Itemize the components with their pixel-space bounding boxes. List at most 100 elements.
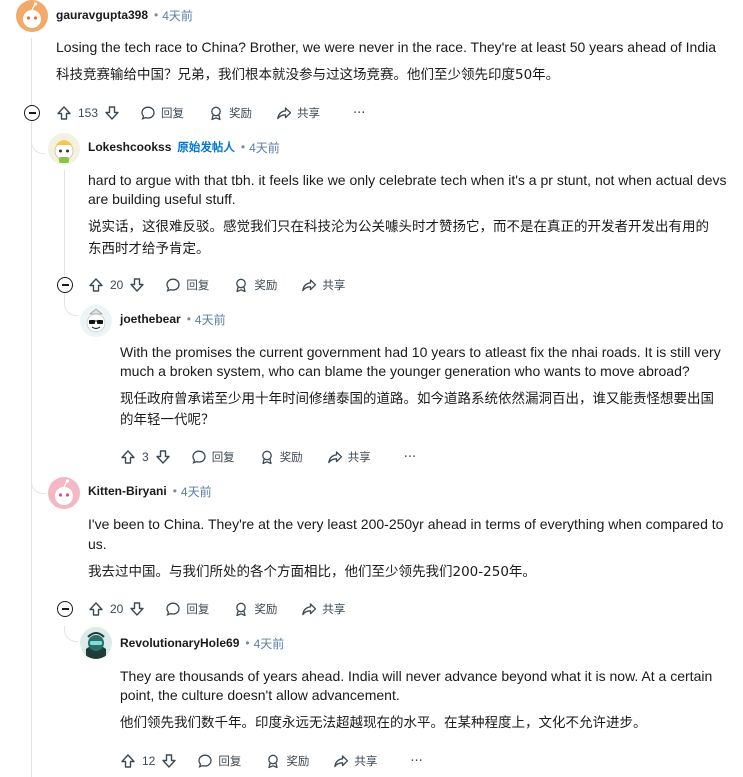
share-arrow-icon — [327, 451, 342, 464]
collapse-minus-icon — [61, 284, 69, 286]
upvote-arrow-icon[interactable] — [88, 277, 104, 293]
comment-text-zh: 他们领先我们数千年。印度永远无法超越现在的水平。在某种程度上，文化不允许进步。 — [120, 715, 647, 731]
award-button[interactable]: 奖励 — [233, 601, 277, 617]
upvote-arrow-icon[interactable] — [120, 449, 136, 465]
downvote-arrow-icon[interactable] — [104, 105, 120, 121]
thread-line-level-1 — [31, 38, 32, 777]
award-ribbon-icon — [236, 278, 247, 293]
award-button[interactable]: 奖励 — [233, 277, 277, 293]
reply-label: 回复 — [211, 450, 235, 464]
separator-dot: • — [245, 636, 250, 650]
reply-label: 回复 — [186, 602, 210, 616]
comment-actions: 153 回复 奖励 共享 ··· — [56, 101, 365, 125]
comment-header: Lokeshcookss 原始发帖人 • 4天前 — [88, 137, 280, 157]
reply-label: 回复 — [218, 754, 242, 768]
award-ribbon-icon — [211, 106, 221, 121]
speech-bubble-icon — [166, 602, 181, 616]
share-button[interactable]: 共享 — [333, 753, 377, 769]
more-icon: ··· — [403, 449, 417, 465]
comment-actions: 20 回复 奖励 共享 — [88, 597, 345, 621]
share-arrow-icon — [302, 279, 317, 292]
username[interactable]: RevolutionaryHole69 — [120, 636, 239, 650]
username[interactable]: Lokeshcookss — [88, 140, 171, 154]
share-button[interactable]: 共享 — [301, 601, 345, 617]
vote-count: 153 — [78, 106, 99, 120]
award-label: 奖励 — [254, 602, 278, 616]
thread-branch — [31, 138, 45, 154]
comment-text-zh-line-2: 东西时才给予肯定。 — [88, 241, 210, 257]
comment-text-en-line-2: us. — [88, 536, 107, 552]
comment-header: gauravgupta398 • 4天前 — [56, 5, 193, 25]
separator-dot: • — [186, 312, 191, 326]
vote-control: 153 — [56, 105, 120, 121]
username[interactable]: Kitten-Biryani — [88, 484, 167, 498]
more-options-button[interactable]: ··· — [405, 754, 422, 769]
upvote-arrow-icon[interactable] — [56, 105, 72, 121]
share-arrow-icon — [302, 603, 317, 616]
avatar[interactable] — [16, 0, 48, 32]
thread-branch — [64, 300, 78, 316]
share-label: 共享 — [322, 278, 346, 292]
timestamp[interactable]: 4天前 — [249, 139, 280, 156]
vote-count: 12 — [142, 754, 156, 768]
upvote-arrow-icon[interactable] — [88, 601, 104, 617]
share-arrow-icon — [277, 107, 292, 120]
collapse-button[interactable] — [57, 277, 73, 293]
downvote-arrow-icon[interactable] — [155, 449, 171, 465]
comment-text-en-line-2: point, the culture doesn't allow advance… — [120, 687, 400, 703]
avatar[interactable] — [48, 133, 80, 165]
award-button[interactable]: 奖励 — [259, 449, 303, 465]
comment-text-zh-line-1: 说实话，这很难反驳。感觉我们只在科技沦为公关噱头时才赞扬它，而不是在真正的开发者… — [88, 219, 709, 235]
downvote-arrow-icon[interactable] — [129, 277, 145, 293]
timestamp[interactable]: 4天前 — [181, 483, 212, 500]
separator-dot: • — [240, 140, 246, 154]
collapse-button[interactable] — [57, 601, 73, 617]
award-ribbon-icon — [236, 602, 247, 617]
more-options-button[interactable]: ··· — [399, 450, 416, 465]
reply-label: 回复 — [186, 278, 210, 292]
thread-branch — [64, 626, 78, 642]
vote-control: 12 — [120, 753, 177, 769]
more-options-button[interactable]: ··· — [348, 106, 365, 121]
avatar[interactable] — [80, 627, 112, 659]
timestamp[interactable]: 4天前 — [254, 635, 285, 652]
award-button[interactable]: 奖励 — [265, 753, 309, 769]
user-avatar-icon — [48, 477, 80, 509]
thread-branch — [31, 478, 45, 494]
reply-button[interactable]: 回复 — [165, 277, 209, 293]
comment-text-en-line-2: are building useful stuff. — [88, 191, 236, 207]
collapse-minus-icon — [28, 112, 36, 114]
timestamp[interactable]: 4天前 — [162, 7, 193, 24]
share-button[interactable]: 共享 — [276, 105, 320, 121]
username[interactable]: gauravgupta398 — [56, 8, 148, 22]
downvote-arrow-icon[interactable] — [129, 601, 145, 617]
avatar[interactable] — [48, 477, 80, 509]
upvote-arrow-icon[interactable] — [120, 753, 136, 769]
more-icon: ··· — [353, 105, 366, 121]
user-avatar-icon — [16, 0, 48, 32]
collapse-button[interactable] — [24, 105, 40, 121]
downvote-arrow-icon[interactable] — [161, 753, 177, 769]
comment-text-en-line-1: I've been to China. They're at the very … — [88, 516, 724, 532]
comment-header: joethebear • 4天前 — [120, 309, 226, 329]
share-label: 共享 — [322, 602, 346, 616]
avatar[interactable] — [80, 305, 112, 337]
share-label: 共享 — [347, 450, 371, 464]
timestamp[interactable]: 4天前 — [195, 311, 226, 328]
share-button[interactable]: 共享 — [327, 449, 371, 465]
share-button[interactable]: 共享 — [301, 277, 345, 293]
share-label: 共享 — [297, 106, 321, 120]
comment-text-en: Losing the tech race to China? Brother, … — [56, 39, 717, 55]
comment-header: Kitten-Biryani • 4天前 — [88, 481, 212, 501]
reply-button[interactable]: 回复 — [140, 105, 184, 121]
reply-button[interactable]: 回复 — [165, 601, 209, 617]
username[interactable]: joethebear — [120, 312, 181, 326]
reply-button[interactable]: 回复 — [191, 449, 235, 465]
speech-bubble-icon — [166, 278, 181, 292]
reply-button[interactable]: 回复 — [197, 753, 241, 769]
user-avatar-icon — [48, 133, 80, 165]
award-label: 奖励 — [254, 278, 278, 292]
separator-dot: • — [172, 484, 177, 498]
award-button[interactable]: 奖励 — [208, 105, 252, 121]
user-avatar-icon — [80, 627, 112, 659]
